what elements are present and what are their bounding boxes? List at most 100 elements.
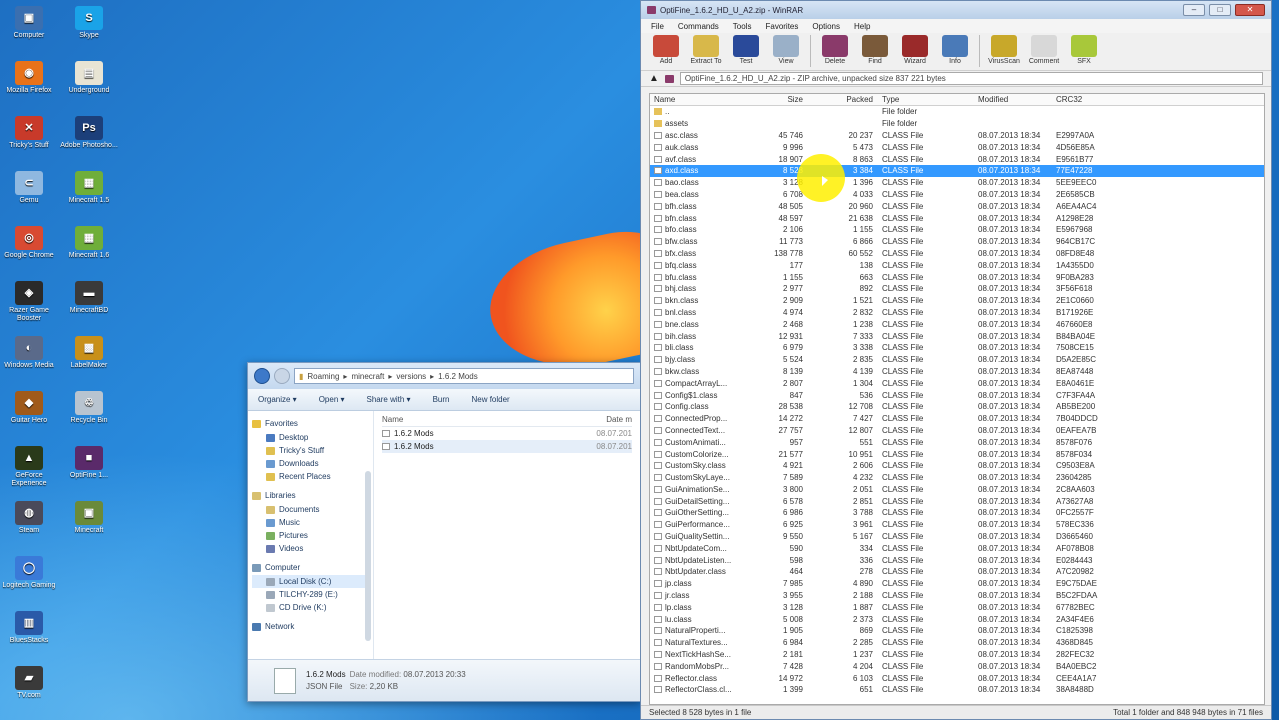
share-with-button[interactable]: Share with ▾ [367,395,411,404]
table-row[interactable]: NextTickHashSe... 2 181 1 237 CLASS File 08.… [650,649,1264,661]
nav-item-recent-places[interactable]: Recent Places [252,470,369,483]
table-row[interactable]: bao.class 3 128 1 396 CLASS File 08.07.2013 … [650,177,1264,189]
nav-item-trickys-stuff[interactable]: Tricky's Stuff [252,444,369,457]
path-segment[interactable]: Roaming [307,372,339,381]
nav-item-desktop[interactable]: Desktop [252,431,369,444]
table-row[interactable]: Reflector.class 14 972 6 103 CLASS File 08.0… [650,672,1264,684]
list-item[interactable]: 1.6.2 Mods 08.07.201 [382,427,632,440]
table-row[interactable]: bfx.class 138 778 60 552 CLASS File 08.07.20… [650,248,1264,260]
table-row[interactable]: bih.class 12 931 7 333 CLASS File 08.07.2013… [650,330,1264,342]
menu-file[interactable]: File [651,22,664,31]
table-row[interactable]: bhj.class 2 977 892 CLASS File 08.07.2013 18… [650,283,1264,295]
table-row[interactable]: avf.class 18 907 8 863 CLASS File 08.07.2013… [650,153,1264,165]
column-size[interactable]: Size [744,95,806,104]
table-row[interactable]: GuiOtherSetting... 6 986 3 788 CLASS File 08… [650,507,1264,519]
menu-commands[interactable]: Commands [678,22,719,31]
desktop-icon[interactable]: S Skype [60,6,118,40]
nav-item-videos[interactable]: Videos [252,542,369,555]
table-row[interactable]: bkw.class 8 139 4 139 CLASS File 08.07.2013 … [650,366,1264,378]
toolbar-sfx-button[interactable]: SFX [1065,35,1103,65]
desktop-icon[interactable]: Ps Adobe Photosho... [60,116,118,150]
table-row[interactable]: ConnectedProp... 14 272 7 427 CLASS File 08.… [650,413,1264,425]
table-row[interactable]: bea.class 6 708 4 033 CLASS File 08.07.2013 … [650,189,1264,201]
toolbar-delete-button[interactable]: Delete [816,35,854,65]
column-name[interactable]: Name [382,415,606,424]
toolbar-extract-to-button[interactable]: Extract To [687,35,725,65]
desktop-icon[interactable]: ◉ Mozilla Firefox [0,61,58,95]
table-row[interactable]: asc.class 45 746 20 237 CLASS File 08.07.201… [650,130,1264,142]
nav-network[interactable]: Network [252,622,369,631]
list-item[interactable]: 1.6.2 Mods 08.07.201 [382,440,632,453]
nav-item-downloads[interactable]: Downloads [252,457,369,470]
desktop-icon[interactable]: ◐ Windows Media [0,336,58,370]
desktop-icon[interactable]: ▥ BluesStacks [0,611,58,645]
column-modified[interactable]: Modified [972,95,1052,104]
archive-path[interactable]: OptiFine_1.6.2_HD_U_A2.zip - ZIP archive… [679,72,1263,85]
table-row[interactable]: auk.class 9 996 5 473 CLASS File 08.07.2013 … [650,141,1264,153]
nav-libraries[interactable]: Libraries [252,491,369,500]
desktop-icon[interactable]: ▦ Minecraft 1.5 [60,171,118,205]
table-row[interactable]: GuiDetailSetting... 6 578 2 851 CLASS File 0… [650,495,1264,507]
nav-item-documents[interactable]: Documents [252,503,369,516]
toolbar-view-button[interactable]: View [767,35,805,65]
table-row[interactable]: NaturalProperti... 1 905 869 CLASS File 08.0… [650,625,1264,637]
table-row[interactable]: CompactArrayL... 2 807 1 304 CLASS File 08.0… [650,377,1264,389]
desktop-icon[interactable]: ◍ Steam [0,501,58,535]
table-row[interactable]: NbtUpdateCom... 590 334 CLASS File 08.07.201… [650,542,1264,554]
table-row[interactable]: CustomAnimati... 957 551 CLASS File 08.07.20… [650,436,1264,448]
table-row[interactable]: NbtUpdater.class 464 278 CLASS File 08.07.20… [650,566,1264,578]
desktop-icon[interactable]: ♲ Recycle Bin [60,391,118,425]
desktop-icon[interactable]: ▤ Underground [60,61,118,95]
desktop-icon[interactable]: ◯ Logitech Gaming [0,556,58,590]
nav-scrollbar[interactable] [365,471,371,641]
column-type[interactable]: Type [876,95,972,104]
table-row[interactable]: lp.class 3 128 1 887 CLASS File 08.07.2013 1… [650,601,1264,613]
table-row[interactable]: bjy.class 5 524 2 835 CLASS File 08.07.2013 … [650,354,1264,366]
table-row[interactable]: bfo.class 2 106 1 155 CLASS File 08.07.2013 … [650,224,1264,236]
table-row[interactable]: bkn.class 2 909 1 521 CLASS File 08.07.2013 … [650,295,1264,307]
close-button[interactable]: ✕ [1235,4,1265,16]
address-input[interactable]: ▮ Roaming ▸ minecraft ▸ versions ▸ 1.6.2 Mo… [294,368,634,384]
table-row[interactable]: GuiQualitySettin... 9 550 5 167 CLASS File 0… [650,531,1264,543]
toolbar-info-button[interactable]: Info [936,35,974,65]
toolbar-test-button[interactable]: Test [727,35,765,65]
toolbar-find-button[interactable]: Find [856,35,894,65]
new-folder-button[interactable]: New folder [471,395,509,404]
table-row[interactable]: NaturalTextures... 6 984 2 285 CLASS File 08… [650,637,1264,649]
table-row[interactable]: bfn.class 48 597 21 638 CLASS File 08.07.201… [650,212,1264,224]
column-packed[interactable]: Packed [806,95,876,104]
desktop-icon[interactable]: ⊂ Gemu [0,171,58,205]
maximize-button[interactable]: □ [1209,4,1231,16]
desktop-icon[interactable]: ✕ Tricky's Stuff [0,116,58,150]
table-row[interactable]: bne.class 2 468 1 238 CLASS File 08.07.2013 … [650,318,1264,330]
table-row[interactable]: Config.class 28 538 12 708 CLASS File 08.07.… [650,401,1264,413]
table-row[interactable]: lu.class 5 008 2 373 CLASS File 08.07.2013 1… [650,613,1264,625]
forward-button[interactable] [274,368,290,384]
path-segment[interactable]: 1.6.2 Mods [438,372,478,381]
table-row[interactable]: bnl.class 4 974 2 832 CLASS File 08.07.2013 … [650,307,1264,319]
table-row[interactable]: ReflectorClass.cl... 1 399 651 CLASS File 08… [650,684,1264,696]
desktop-icon[interactable]: ▣ Computer [0,6,58,40]
table-row[interactable]: bfq.class 177 138 CLASS File 08.07.2013 18:3… [650,259,1264,271]
table-row[interactable]: .. File folder [650,106,1264,118]
column-name[interactable]: Name [650,95,744,104]
table-row[interactable]: RandomMobsPr... 7 428 4 204 CLASS File 08.07… [650,660,1264,672]
table-row[interactable]: GuiPerformance... 6 925 3 961 CLASS File 08.… [650,519,1264,531]
table-row[interactable]: NbtUpdateListen... 598 336 CLASS File 08.07.… [650,554,1264,566]
table-row[interactable]: jr.class 3 955 2 188 CLASS File 08.07.2013 1… [650,590,1264,602]
menu-options[interactable]: Options [812,22,840,31]
table-row[interactable]: GuiAnimationSe... 3 800 2 051 CLASS File 08.… [650,484,1264,496]
menu-favorites[interactable]: Favorites [765,22,798,31]
desktop-icon[interactable]: ▰ TV.com [0,666,58,700]
back-button[interactable] [254,368,270,384]
desktop-icon[interactable]: ◎ Google Chrome [0,226,58,260]
table-row[interactable]: CustomSky.class 4 921 2 606 CLASS File 08.07… [650,460,1264,472]
toolbar-add-button[interactable]: Add [647,35,685,65]
table-row[interactable]: CustomSkyLaye... 7 589 4 232 CLASS File 08.0… [650,472,1264,484]
column-date[interactable]: Date m [606,415,632,424]
table-row[interactable]: axd.class 8 528 3 384 CLASS File 08.07.2013 … [650,164,1264,177]
table-row[interactable]: CustomColorize... 21 577 10 951 CLASS File 0… [650,448,1264,460]
desktop-icon[interactable]: ■ OptiFine 1... [60,446,118,480]
menu-help[interactable]: Help [854,22,870,31]
path-segment[interactable]: versions [396,372,426,381]
